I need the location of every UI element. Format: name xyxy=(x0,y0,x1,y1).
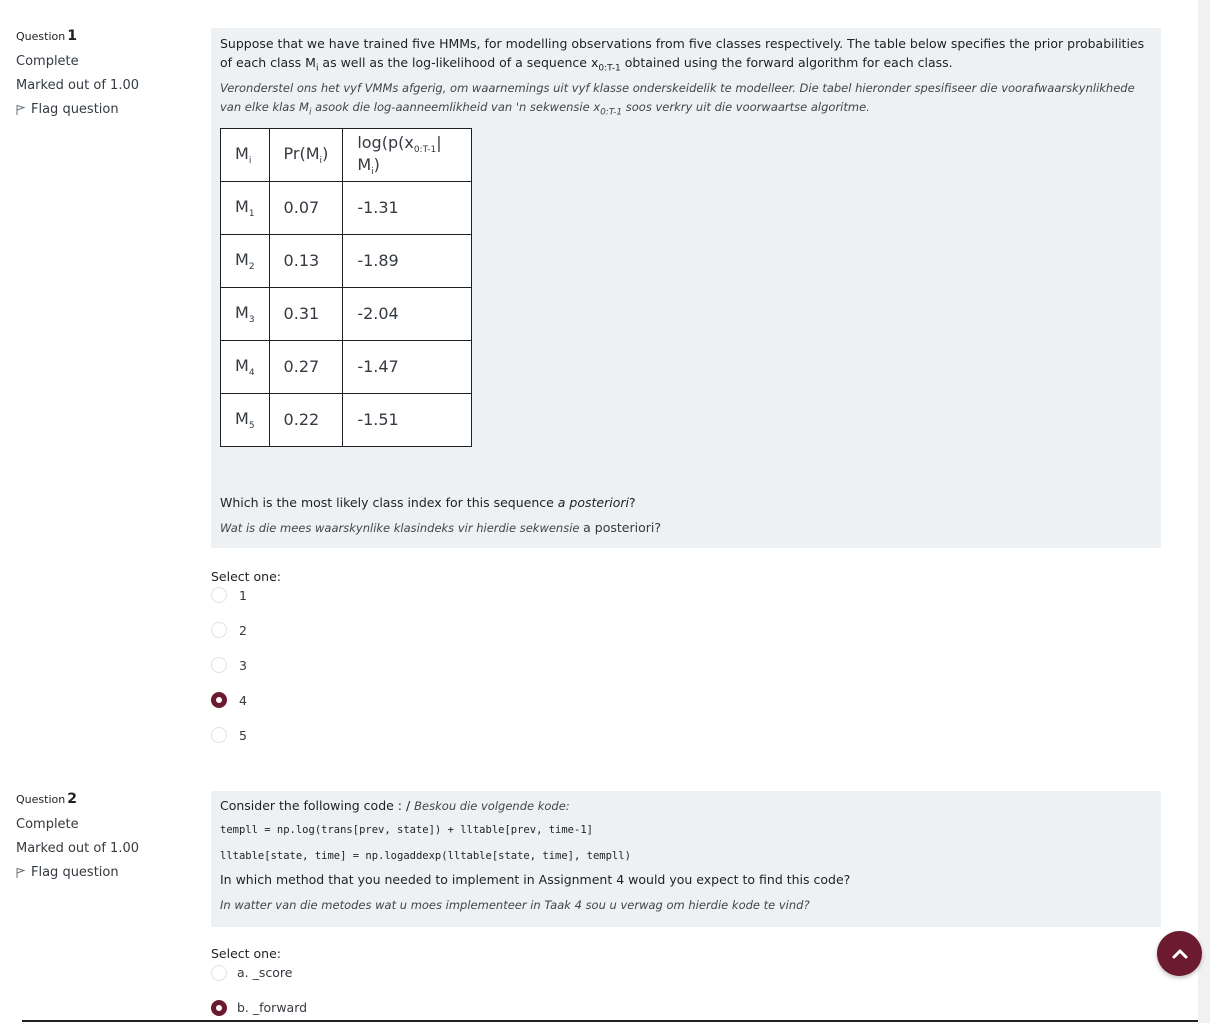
table-row: M2 0.13 -1.89 xyxy=(220,233,473,288)
back-to-top-button[interactable] xyxy=(1157,931,1202,976)
flag-icon xyxy=(16,867,26,878)
cell-prior: 0.13 xyxy=(268,233,344,288)
question-number: Question 2 xyxy=(16,791,77,807)
question-intro: Consider the following code : / Beskou d… xyxy=(220,798,570,813)
cell-model: M1 xyxy=(220,180,270,235)
radio-button[interactable] xyxy=(211,622,227,639)
question-grade: Marked out of 1.00 xyxy=(16,841,140,856)
question-state: Complete xyxy=(16,54,79,69)
table-header-row: Mi Pr(Mi) log(p(x0:T-1| Mi) xyxy=(220,127,473,182)
question-prompt-english: In which method that you needed to imple… xyxy=(220,872,851,887)
cell-model: M2 xyxy=(220,233,270,288)
code-line-2: lltable[state, time] = np.logaddexp(llta… xyxy=(220,850,631,862)
chevron-up-icon xyxy=(1172,949,1187,958)
radio-button[interactable] xyxy=(211,657,227,674)
answer-options: Select one: 1 2 3 4 5 xyxy=(211,569,1161,753)
radio-button-selected[interactable] xyxy=(211,999,227,1016)
header-model: Mi xyxy=(220,127,270,182)
question-info: Question 2 Complete Marked out of 1.00 Fl… xyxy=(16,789,196,880)
cell-loglik: -1.51 xyxy=(342,392,473,447)
option-3[interactable]: 3 xyxy=(211,648,1161,683)
option-a[interactable]: a. _score xyxy=(211,955,1161,990)
cell-loglik: -2.04 xyxy=(342,286,473,341)
scrollbar-track[interactable] xyxy=(1198,0,1210,1023)
option-4[interactable]: 4 xyxy=(211,683,1161,718)
header-prior: Pr(Mi) xyxy=(268,127,344,182)
radio-button[interactable] xyxy=(211,727,227,744)
question-info: Question 1 Complete Marked out of 1.00 Fl… xyxy=(16,26,196,117)
question-grade: Marked out of 1.00 xyxy=(16,78,140,93)
question-prompt-afrikaans: In watter van die metodes wat u moes imp… xyxy=(220,898,810,912)
flag-question-link[interactable]: Flag question xyxy=(16,102,196,117)
question-content: Consider the following code : / Beskou d… xyxy=(211,791,1161,1025)
code-line-1: templl = np.log(trans[prev, state]) + ll… xyxy=(220,824,593,836)
table-row: M4 0.27 -1.47 xyxy=(220,339,473,394)
cell-prior: 0.27 xyxy=(268,339,344,394)
answer-options: Select one: a. _score b. _forward xyxy=(211,946,1161,1025)
question-text-afrikaans: Veronderstel ons het vyf VMMs afgerig, o… xyxy=(220,80,1135,117)
probabilities-table: Mi Pr(Mi) log(p(x0:T-1| Mi) M1 0.07 -1.3… xyxy=(220,127,473,447)
radio-button[interactable] xyxy=(211,587,227,604)
question-number: Question 1 xyxy=(16,28,77,44)
question-text-english: Suppose that we have trained five HMMs, … xyxy=(220,36,1145,74)
cell-loglik: -1.47 xyxy=(342,339,473,394)
radio-button[interactable] xyxy=(211,964,227,981)
table-row: M5 0.22 -1.51 xyxy=(220,392,473,447)
question-prompt-afrikaans: Wat is die mees waarskynlike klasindeks … xyxy=(220,519,661,535)
question-text-panel: Consider the following code : / Beskou d… xyxy=(211,791,1161,927)
flag-question-link[interactable]: Flag question xyxy=(16,865,196,880)
question-text-panel: Suppose that we have trained five HMMs, … xyxy=(211,28,1161,548)
cell-prior: 0.31 xyxy=(268,286,344,341)
cell-loglik: -1.31 xyxy=(342,180,473,235)
question-state: Complete xyxy=(16,817,79,832)
header-loglik: log(p(x0:T-1| Mi) xyxy=(342,127,473,182)
cell-model: M5 xyxy=(220,392,270,447)
table-row: M1 0.07 -1.31 xyxy=(220,180,473,235)
flag-icon xyxy=(16,104,26,115)
radio-button-selected[interactable] xyxy=(211,692,227,709)
table-row: M3 0.31 -2.04 xyxy=(220,286,473,341)
cell-prior: 0.07 xyxy=(268,180,344,235)
option-5[interactable]: 5 xyxy=(211,718,1161,753)
cell-loglik: -1.89 xyxy=(342,233,473,288)
cell-model: M3 xyxy=(220,286,270,341)
cell-prior: 0.22 xyxy=(268,392,344,447)
option-1[interactable]: 1 xyxy=(211,578,1161,613)
question-prompt-english: Which is the most likely class index for… xyxy=(220,494,636,510)
question-content: Suppose that we have trained five HMMs, … xyxy=(211,28,1161,753)
option-2[interactable]: 2 xyxy=(211,613,1161,648)
page-bottom-divider xyxy=(22,1020,1198,1022)
cell-model: M4 xyxy=(220,339,270,394)
